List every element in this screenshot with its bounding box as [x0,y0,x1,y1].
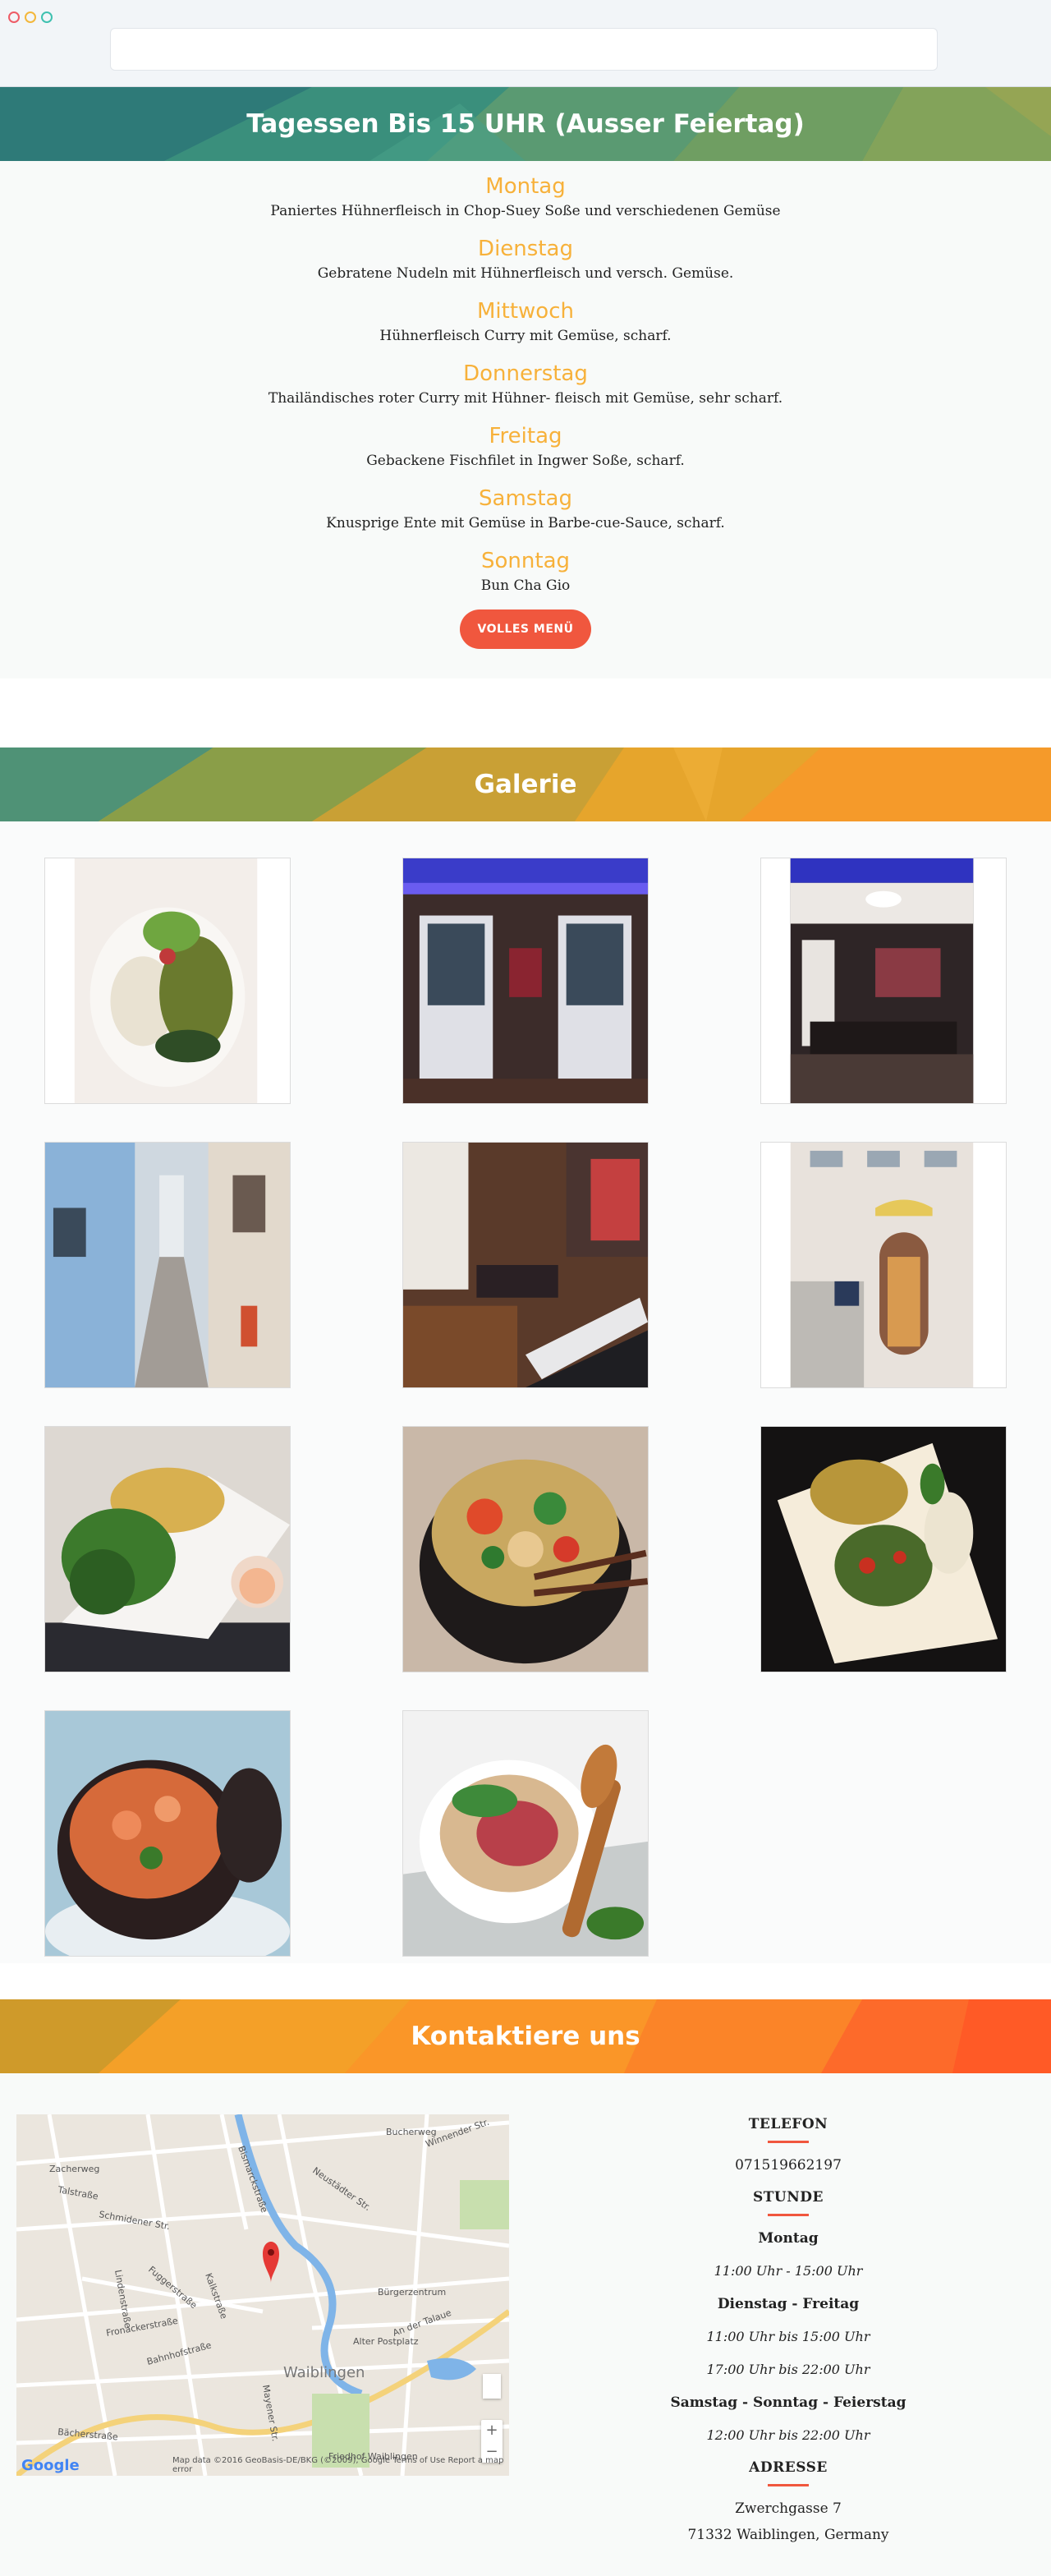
map-label: Waiblingen [283,2364,365,2381]
menu-banner: Tagessen Bis 15 UHR (Ausser Feiertag) [0,87,1051,161]
hours-label: Montag [758,2230,819,2247]
day-name: Freitag [489,424,562,448]
hours-time: 17:00 Uhr bis 22:00 Uhr [706,2362,870,2377]
dish-description: Gebackene Fischfilet in Ingwer Soße, sch… [366,453,685,469]
google-logo: Google [21,2457,80,2474]
phone-heading: TELEFON [748,2116,828,2132]
divider [768,2484,809,2486]
menu-day: Freitag Gebackene Fischfilet in Ingwer S… [0,422,1051,472]
map-attribution: Map data ©2016 GeoBasis-DE/BKG (©2009), … [172,2456,504,2474]
hours-time: 12:00 Uhr bis 22:00 Uhr [706,2427,870,2443]
map-label: Bucherweg [386,2127,437,2137]
hours-time: 11:00 Uhr - 15:00 Uhr [714,2263,863,2279]
gallery-image-crepe-plate[interactable] [44,1426,291,1672]
day-name: Dienstag [478,237,573,261]
menu-day: Dienstag Gebratene Nudeln mit Hühnerflei… [0,235,1051,284]
dish-description: Paniertes Hühnerfleisch in Chop-Suey Soß… [270,203,781,219]
day-name: Sonntag [481,549,570,573]
browser-chrome [0,0,1051,87]
menu-day: Montag Paniertes Hühnerfleisch in Chop-S… [0,172,1051,222]
map-label: Zacherweg [49,2164,99,2174]
dish-description: Knusprige Ente mit Gemüse in Barbe-cue-S… [326,515,725,531]
menu-list: Montag Paniertes Hühnerfleisch in Chop-S… [0,161,1051,649]
full-menu-button[interactable]: VOLLES MENÜ [460,610,591,649]
zoom-in-button[interactable]: + [481,2420,503,2441]
gallery-image-dining-room[interactable] [402,858,649,1104]
menu-day: Samstag Knusprige Ente mit Gemüse in Bar… [0,485,1051,534]
hours-heading: STUNDE [753,2189,824,2206]
window-controls [8,12,53,23]
gallery-image-salad-plate[interactable] [44,858,291,1104]
divider [768,2214,809,2216]
gallery-grid [0,821,1051,1963]
hours-time: 11:00 Uhr bis 15:00 Uhr [706,2329,870,2344]
gallery-image-clay-pot-dish[interactable] [402,1426,649,1672]
gallery-image-storefront[interactable] [760,1142,1007,1388]
divider [768,2141,809,2143]
maximize-window-icon[interactable] [41,12,53,23]
day-name: Montag [485,174,566,199]
day-name: Donnerstag [463,361,588,386]
contact-banner: Kontaktiere uns [0,1999,1051,2073]
contact-info: TELEFON 071519662197 STUNDE Montag 11:00… [624,2114,952,2557]
daily-menu: Montag Paniertes Hühnerfleisch in Chop-S… [0,161,1051,678]
gallery-image-restaurant-interior[interactable] [760,858,1007,1104]
street-view-pegman-icon[interactable] [483,2374,501,2399]
day-name: Samstag [479,486,572,511]
dish-description: Gebratene Nudeln mit Hühnerfleisch und v… [317,265,734,282]
contact-title: Kontaktiere uns [411,2022,640,2051]
gallery-image-shrimp-pot[interactable] [44,1710,291,1957]
minimize-window-icon[interactable] [25,12,36,23]
address-bar[interactable] [110,28,938,71]
map-label: Alter Postplatz [353,2336,419,2347]
map-canvas[interactable]: Zacherweg Talstraße Schmidener Str. Kalk… [16,2114,509,2476]
menu-day: Sonntag Bun Cha Gio [0,547,1051,596]
map-label: Bürgerzentrum [378,2287,446,2298]
gallery-banner: Galerie [0,748,1051,821]
phone-number[interactable]: 071519662197 [624,2155,952,2176]
dish-description: Hühnerfleisch Curry mit Gemüse, scharf. [379,328,672,344]
menu-title: Tagessen Bis 15 UHR (Ausser Feiertag) [246,109,805,139]
gallery-image-tables[interactable] [402,1142,649,1388]
gallery-image-pho-bowl[interactable] [402,1710,649,1957]
close-window-icon[interactable] [8,12,20,23]
hours-label: Samstag - Sonntag - Feierstag [670,2394,906,2411]
location-map[interactable]: Zacherweg Talstraße Schmidener Str. Kalk… [16,2114,509,2476]
gallery-image-street[interactable] [44,1142,291,1388]
day-name: Mittwoch [477,299,574,324]
dish-description: Thailändisches roter Curry mit Hühner- f… [268,390,783,407]
address-city: 71332 Waiblingen, Germany [687,2527,889,2543]
hours-label: Dienstag - Freitag [717,2296,860,2312]
gallery-image-plated-curry[interactable] [760,1426,1007,1672]
contact-section: Zacherweg Talstraße Schmidener Str. Kalk… [0,2073,1051,2576]
address-street: Zwerchgasse 7 [735,2500,842,2517]
dish-description: Bun Cha Gio [480,577,571,594]
gallery-title: Galerie [474,770,577,799]
menu-day: Mittwoch Hühnerfleisch Curry mit Gemüse,… [0,297,1051,347]
address-heading: ADRESSE [749,2459,828,2476]
menu-day: Donnerstag Thailändisches roter Curry mi… [0,360,1051,409]
